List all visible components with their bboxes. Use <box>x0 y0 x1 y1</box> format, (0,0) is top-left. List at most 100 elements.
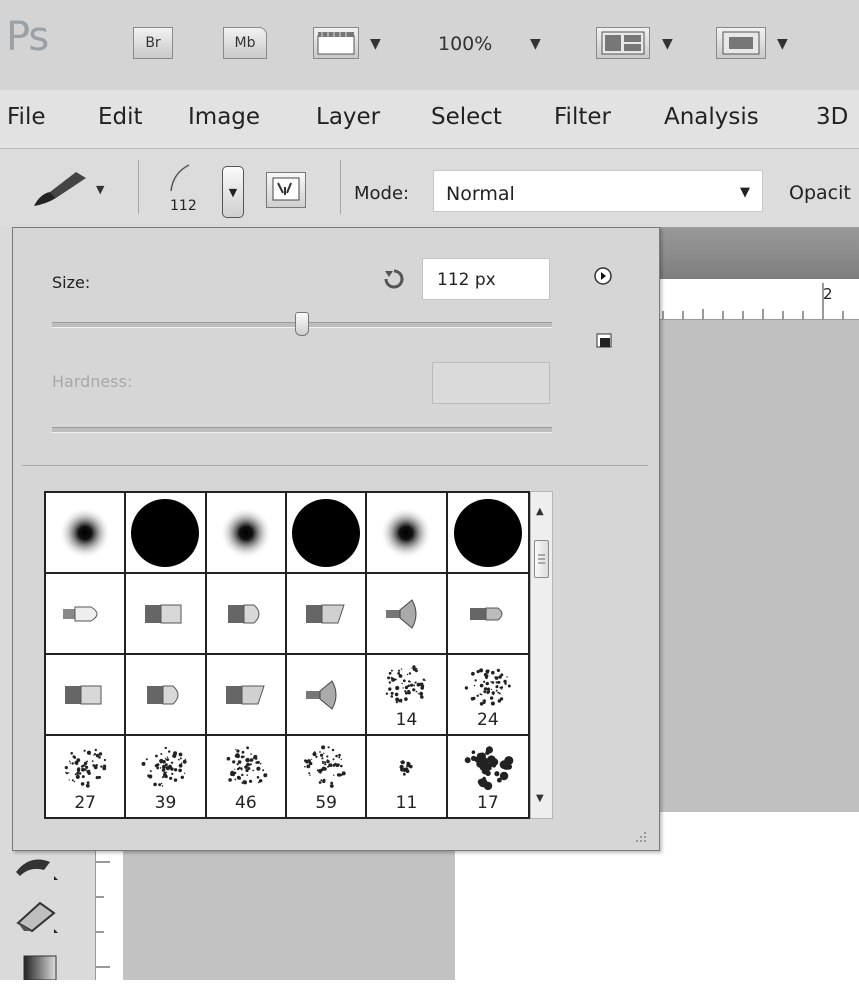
brush-preset-2[interactable] <box>126 493 207 574</box>
brush-tip-icon <box>59 506 112 559</box>
brush-tip-icon <box>292 498 361 567</box>
blend-mode-value: Normal <box>446 183 515 205</box>
brush-panel-icon <box>272 177 300 201</box>
brush-preset-16[interactable] <box>287 655 368 736</box>
scrollbar-thumb[interactable] <box>534 540 549 578</box>
history-brush-tool-icon[interactable] <box>10 848 70 882</box>
menu-layer[interactable]: Layer <box>316 104 380 130</box>
brush-tip-icon <box>219 506 272 559</box>
menu-image[interactable]: Image <box>188 104 260 130</box>
brush-tip-icon <box>469 607 503 620</box>
menu-select[interactable]: Select <box>431 104 502 130</box>
brush-preset-4[interactable] <box>287 493 368 574</box>
opacity-label: Opacit <box>789 182 851 204</box>
size-slider-thumb[interactable] <box>295 312 309 336</box>
brush-preset-15[interactable] <box>206 655 287 736</box>
brush-preset-18[interactable]: 24 <box>447 655 528 736</box>
brush-preset-12[interactable] <box>447 574 528 655</box>
hardness-input <box>432 362 550 404</box>
eraser-tool-icon[interactable] <box>10 895 70 935</box>
size-value: 112 px <box>437 270 496 290</box>
brush-preset-10[interactable] <box>287 574 368 655</box>
menu-filter[interactable]: Filter <box>554 104 611 130</box>
bridge-label: Br <box>145 35 161 51</box>
screen-mode-button[interactable] <box>716 27 766 59</box>
brush-preset-6[interactable] <box>447 493 528 574</box>
brush-tool-preset-icon[interactable] <box>28 168 90 210</box>
brush-tip-icon <box>145 604 182 623</box>
brush-tip-icon <box>227 604 260 623</box>
photoshop-logo: Ps <box>6 14 49 60</box>
brush-preset-3[interactable] <box>206 493 287 574</box>
tool-preset-dropdown-icon[interactable]: ▼ <box>96 183 104 196</box>
brush-preset-8[interactable] <box>126 574 207 655</box>
brush-preset-5[interactable] <box>367 493 448 574</box>
size-input[interactable]: 112 px <box>422 258 550 300</box>
brush-preset-size: 46 <box>235 793 257 813</box>
brush-preset-9[interactable] <box>206 574 287 655</box>
brush-preset-23[interactable]: 11 <box>367 736 448 817</box>
mini-bridge-button[interactable]: Mb <box>223 27 267 59</box>
brush-preset-size: 27 <box>74 793 96 813</box>
menu-analysis[interactable]: Analysis <box>664 104 759 130</box>
brush-preset-21[interactable]: 46 <box>207 736 287 817</box>
size-label: Size: <box>52 273 91 292</box>
brush-preset-14[interactable] <box>126 655 207 736</box>
brush-tip-icon <box>147 685 179 704</box>
screen-mode-icon <box>722 31 760 55</box>
brush-preset-1[interactable] <box>46 493 127 574</box>
hardness-label: Hardness: <box>52 372 133 391</box>
arrange-dropdown-icon[interactable]: ▼ <box>662 36 673 52</box>
brush-preset-7[interactable] <box>46 574 127 655</box>
scroll-up-icon[interactable]: ▲ <box>536 506 544 517</box>
menu-3d[interactable]: 3D <box>816 104 848 130</box>
menu-edit[interactable]: Edit <box>98 104 143 130</box>
panel-divider <box>22 465 648 466</box>
picker-menu-icon[interactable] <box>593 266 613 286</box>
grip-icon <box>538 554 545 564</box>
view-extras-button[interactable] <box>313 27 359 59</box>
brush-tip-icon <box>386 598 417 629</box>
brush-preset-20[interactable]: 39 <box>126 736 207 817</box>
brush-size-preview: 112 <box>170 198 197 214</box>
arrange-documents-button[interactable] <box>596 27 650 59</box>
scroll-down-icon[interactable]: ▼ <box>536 793 544 804</box>
blend-mode-select[interactable]: Normal ▼ <box>433 170 763 212</box>
brush-tip-icon <box>131 498 200 567</box>
ruler-label: 2 <box>823 285 833 303</box>
menu-file[interactable]: File <box>7 104 46 130</box>
brush-preset-size: 14 <box>395 710 418 730</box>
brush-preset-size: 11 <box>395 793 418 813</box>
reset-size-icon[interactable] <box>383 268 405 290</box>
mode-label: Mode: <box>354 183 410 204</box>
brush-picker-toggle[interactable]: ▼ <box>222 166 244 218</box>
bridge-button[interactable]: Br <box>133 27 173 59</box>
brush-tip-icon <box>306 679 337 710</box>
brush-preset-13[interactable] <box>46 655 127 736</box>
brush-preset-11[interactable] <box>367 574 448 655</box>
preset-scrollbar[interactable]: ▲ ▼ <box>530 491 553 819</box>
brush-preset-size: 59 <box>315 793 337 813</box>
brush-preset-size: 17 <box>477 793 499 813</box>
brush-preset-19[interactable]: 27 <box>46 736 127 817</box>
options-separator <box>340 160 341 214</box>
gradient-tool-icon[interactable] <box>10 950 70 980</box>
zoom-level[interactable]: 100% <box>438 33 492 55</box>
arrange-documents-icon <box>601 31 645 55</box>
brush-tip-preview-icon <box>170 164 190 192</box>
brush-preset-grid: 14 24 27 39 46 59 11 17 <box>44 491 530 819</box>
zoom-dropdown-icon[interactable]: ▼ <box>530 36 541 52</box>
resize-grip-icon[interactable] <box>632 830 650 846</box>
view-extras-dropdown-icon[interactable]: ▼ <box>370 36 381 52</box>
new-preset-icon[interactable] <box>594 331 616 349</box>
brush-preset-size: 39 <box>154 793 177 813</box>
brush-preset-22[interactable]: 59 <box>287 736 368 817</box>
brush-preset-24[interactable]: 17 <box>448 736 528 817</box>
brush-tip-icon <box>225 685 265 704</box>
chevron-down-icon: ▼ <box>228 185 238 199</box>
brush-preset-17[interactable]: 14 <box>367 655 448 736</box>
brush-panel-toggle-button[interactable] <box>266 172 306 208</box>
brush-tip-icon <box>65 685 102 704</box>
screen-mode-dropdown-icon[interactable]: ▼ <box>777 36 788 52</box>
chevron-down-icon: ▼ <box>740 185 750 200</box>
